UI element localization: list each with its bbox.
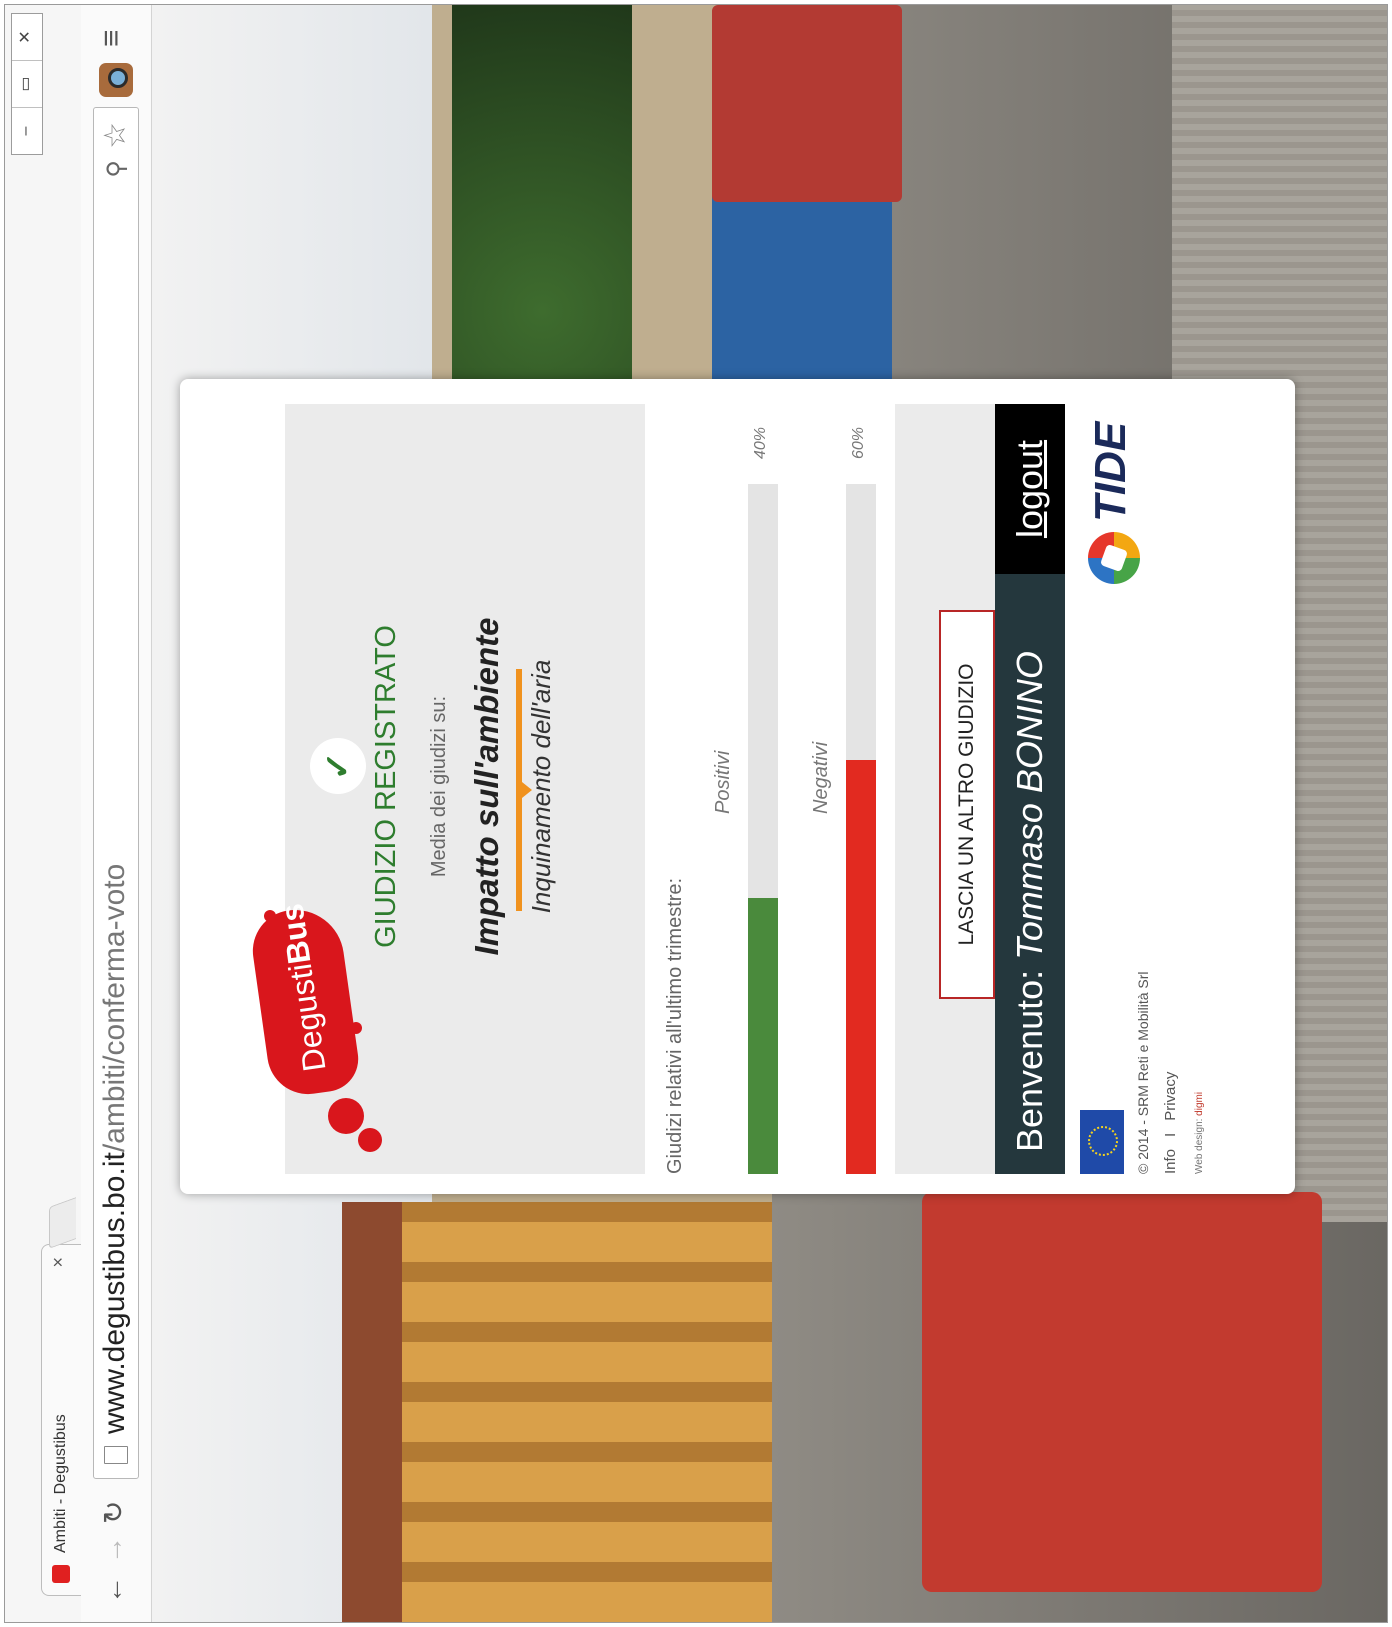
link-separator: I: [1162, 1132, 1179, 1137]
forward-arrow-icon[interactable]: →: [97, 1536, 129, 1564]
browser-toolbar: ← → ↻ www.degustibus.bo.it/ambiti/confer…: [81, 5, 152, 1622]
info-link[interactable]: Info: [1162, 1149, 1179, 1174]
tide-logo[interactable]: TIDE: [1080, 404, 1150, 584]
positive-bar: [748, 484, 778, 1174]
logo-dot: [264, 910, 276, 922]
content-panel: DegustiBus ✓ GIUDIZIO REGISTRATO Media d…: [180, 379, 1295, 1194]
browser-window: Ambiti - Degustibus × ‒ ▭ ✕ ← → ↻ www.de…: [5, 5, 1387, 1622]
reload-icon[interactable]: ↻: [97, 1501, 130, 1524]
background-building: [402, 1202, 782, 1622]
bookmark-star-icon[interactable]: ☆: [98, 122, 133, 149]
url-host: www.degustibus.bo.it: [98, 1152, 131, 1434]
status-title: GIUDIZIO REGISTRATO: [370, 625, 402, 948]
user-name: Tommaso BONINO: [1009, 651, 1050, 960]
browser-tab[interactable]: Ambiti - Degustibus ×: [41, 1244, 82, 1596]
negative-percent: 60%: [850, 426, 867, 459]
negative-bar-fill: [846, 760, 876, 1174]
page-viewport: DegustiBus ✓ GIUDIZIO REGISTRATO Media d…: [152, 5, 1387, 1622]
footer-links: Info I Privacy: [1162, 1072, 1179, 1174]
extension-camera-icon[interactable]: [99, 63, 133, 97]
address-bar[interactable]: www.degustibus.bo.it/ambiti/conferma-vot…: [93, 107, 139, 1479]
zoom-icon[interactable]: ⚲: [102, 160, 131, 178]
background-bus: [922, 1192, 1322, 1592]
positive-label: Positivi: [712, 750, 734, 814]
logout-link[interactable]: logout: [1009, 404, 1051, 574]
media-label: Media dei giudizi su:: [428, 695, 450, 878]
background-bus: [712, 5, 902, 202]
background-trees: [452, 5, 632, 442]
window-controls: ‒ ▭ ✕: [11, 13, 43, 155]
webdesign-credit: Web design: digmi: [1194, 1091, 1205, 1174]
category-title: Impatto sull'ambiente: [468, 617, 505, 956]
tide-ring-icon: [1088, 532, 1140, 584]
subcategory-title: Inquinamento dell'aria: [526, 659, 556, 914]
logo-dot: [358, 1128, 382, 1152]
tab-close-icon[interactable]: ×: [48, 1257, 69, 1268]
close-window-button[interactable]: ✕: [12, 14, 42, 61]
new-tab-button[interactable]: [49, 1197, 76, 1249]
welcome-text: Benvenuto: Tommaso BONINO: [1009, 651, 1050, 1152]
stats-label: Giudizi relativi all'ultimo trimestre:: [664, 877, 686, 1174]
logo-dot: [328, 1098, 364, 1134]
check-icon: ✓: [310, 738, 366, 794]
new-judgement-button[interactable]: LASCIA UN ALTRO GIUDIZIO: [939, 610, 995, 999]
favicon-icon: [52, 1565, 70, 1583]
eu-flag-icon: [1080, 1110, 1124, 1174]
url-path: /ambiti/conferma-voto: [98, 863, 131, 1153]
maximize-button[interactable]: ▭: [12, 61, 42, 108]
tab-strip: Ambiti - Degustibus × ‒ ▭ ✕: [5, 5, 82, 1622]
negative-bar: [846, 484, 876, 1174]
tab-title: Ambiti - Degustibus: [52, 1414, 69, 1553]
positive-percent: 40%: [752, 426, 769, 459]
page-icon: [104, 1446, 128, 1464]
screen-frame: Ambiti - Degustibus × ‒ ▭ ✕ ← → ↻ www.de…: [4, 4, 1388, 1623]
minimize-button[interactable]: ‒: [12, 108, 42, 154]
tide-text: TIDE: [1086, 421, 1135, 522]
privacy-link[interactable]: Privacy: [1162, 1072, 1179, 1121]
back-arrow-icon[interactable]: ←: [97, 1576, 129, 1604]
logout-box: logout: [995, 404, 1065, 574]
url-text[interactable]: www.degustibus.bo.it/ambiti/conferma-vot…: [98, 864, 132, 1434]
negative-label: Negativi: [810, 741, 832, 814]
menu-icon[interactable]: ≡: [95, 29, 129, 47]
welcome-bar: Benvenuto: Tommaso BONINO: [995, 574, 1065, 1174]
positive-bar-fill: [748, 898, 778, 1174]
logo-dot: [350, 1022, 362, 1034]
copyright-text: © 2014 - SRM Reti e Mobilità Srl: [1135, 971, 1151, 1175]
webdesign-link[interactable]: digmi: [1194, 1092, 1205, 1116]
